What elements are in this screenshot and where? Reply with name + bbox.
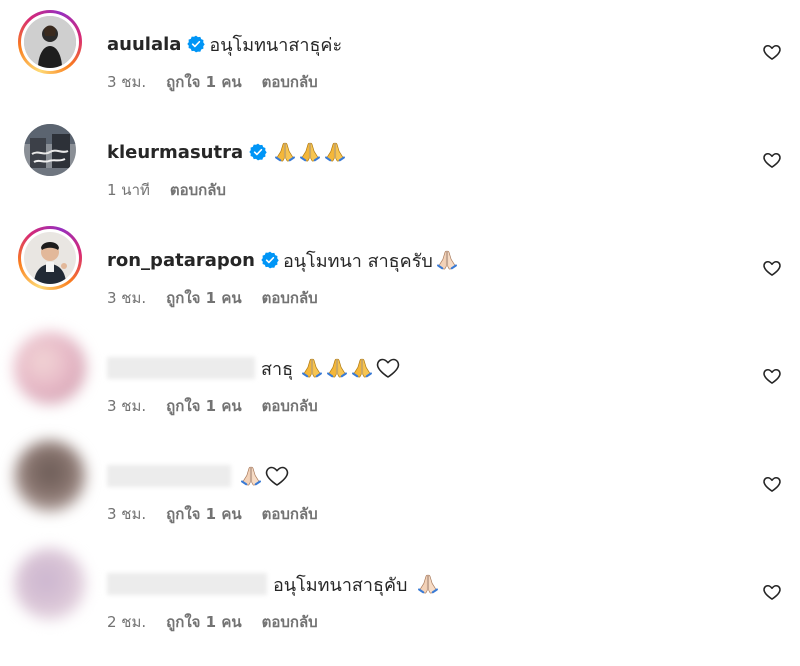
like-button[interactable] xyxy=(762,150,782,170)
masked-username[interactable] xyxy=(107,573,267,595)
username[interactable]: ron_patarapon xyxy=(107,250,255,271)
reply-button[interactable]: ตอบกลับ xyxy=(262,610,318,634)
comment-meta: 3 ชม. ถูกใจ 1 คน ตอบกลับ xyxy=(107,286,318,310)
folded-hands-icon xyxy=(299,141,321,163)
avatar[interactable] xyxy=(14,548,86,620)
verified-badge-icon xyxy=(187,35,205,53)
white-heart-icon xyxy=(265,465,289,487)
avatar-photo xyxy=(24,232,76,284)
reply-button[interactable]: ตอบกลับ xyxy=(262,502,318,526)
comment-time[interactable]: 3 ชม. xyxy=(107,286,146,310)
avatar[interactable] xyxy=(24,124,76,176)
comment-likes[interactable]: ถูกใจ 1 คน xyxy=(166,286,241,310)
comment-text: สาธุ xyxy=(261,358,294,380)
avatar[interactable] xyxy=(18,10,82,74)
comment-meta: 3 ชม. ถูกใจ 1 คน ตอบกลับ xyxy=(107,394,318,418)
username[interactable]: auulala xyxy=(107,34,181,55)
like-button[interactable] xyxy=(762,42,782,62)
comment-line: อนุโมทนาสาธุคับ xyxy=(107,570,439,598)
comment-item: อนุโมทนาสาธุคับ 2 ชม. ถูกใจ 1 คน ตอบกลับ xyxy=(0,540,800,640)
comment-likes[interactable]: ถูกใจ 1 คน xyxy=(166,70,241,94)
heart-outline-icon xyxy=(762,582,782,602)
folded-hands-icon xyxy=(326,357,348,379)
reply-button[interactable]: ตอบกลับ xyxy=(262,394,318,418)
comment-likes[interactable]: ถูกใจ 1 คน xyxy=(166,394,241,418)
comment-likes[interactable]: ถูกใจ 1 คน xyxy=(166,610,241,634)
comment-item: kleurmasutra 1 นาที ตอบกลับ xyxy=(0,108,800,208)
comment-line xyxy=(107,462,289,490)
masked-username[interactable] xyxy=(107,357,255,379)
comment-item: auulala อนุโมทนาสาธุค่ะ 3 ชม. ถูกใจ 1 คน… xyxy=(0,0,800,100)
avatar-photo xyxy=(24,124,76,176)
heart-outline-icon xyxy=(762,366,782,386)
comment-meta: 3 ชม. ถูกใจ 1 คน ตอบกลับ xyxy=(107,70,318,94)
folded-hands-icon xyxy=(417,573,439,595)
folded-hands-icon xyxy=(436,249,458,271)
verified-badge-icon xyxy=(261,251,279,269)
comment-line: auulala อนุโมทนาสาธุค่ะ xyxy=(107,30,342,58)
comment-meta: 3 ชม. ถูกใจ 1 คน ตอบกลับ xyxy=(107,502,318,526)
reply-button[interactable]: ตอบกลับ xyxy=(262,286,318,310)
folded-hands-icon xyxy=(301,357,323,379)
avatar[interactable] xyxy=(14,440,86,512)
folded-hands-icon xyxy=(274,141,296,163)
comment-meta: 2 ชม. ถูกใจ 1 คน ตอบกลับ xyxy=(107,610,318,634)
comment-time[interactable]: 3 ชม. xyxy=(107,394,146,418)
comment-text: อนุโมทนาสาธุคับ xyxy=(273,574,408,596)
verified-badge-icon xyxy=(249,143,267,161)
masked-username[interactable] xyxy=(107,465,231,487)
comment-line: สาธุ xyxy=(107,354,400,382)
folded-hands-icon xyxy=(324,141,346,163)
like-button[interactable] xyxy=(762,366,782,386)
like-button[interactable] xyxy=(762,582,782,602)
heart-outline-icon xyxy=(762,150,782,170)
avatar-photo xyxy=(24,16,76,68)
like-button[interactable] xyxy=(762,258,782,278)
folded-hands-icon xyxy=(240,465,262,487)
like-button[interactable] xyxy=(762,474,782,494)
comment-item: ron_patarapon อนุโมทนา สาธุครับ 3 ชม. ถู… xyxy=(0,216,800,316)
reply-button[interactable]: ตอบกลับ xyxy=(262,70,318,94)
comment-time[interactable]: 1 นาที xyxy=(107,178,150,202)
white-heart-icon xyxy=(376,357,400,379)
avatar[interactable] xyxy=(18,226,82,290)
folded-hands-icon xyxy=(351,357,373,379)
comment-item: สาธุ 3 ชม. ถูกใจ 1 คน ตอบกลับ xyxy=(0,324,800,424)
reply-button[interactable]: ตอบกลับ xyxy=(170,178,226,202)
comment-time[interactable]: 3 ชม. xyxy=(107,70,146,94)
comment-line: ron_patarapon อนุโมทนา สาธุครับ xyxy=(107,246,458,274)
comment-meta: 1 นาที ตอบกลับ xyxy=(107,178,226,202)
comment-likes[interactable]: ถูกใจ 1 คน xyxy=(166,502,241,526)
username[interactable]: kleurmasutra xyxy=(107,142,243,163)
comment-time[interactable]: 2 ชม. xyxy=(107,610,146,634)
comment-text: อนุโมทนาสาธุค่ะ xyxy=(209,34,343,56)
comment-item: 3 ชม. ถูกใจ 1 คน ตอบกลับ xyxy=(0,432,800,532)
comment-text: อนุโมทนา สาธุครับ xyxy=(282,250,433,272)
avatar[interactable] xyxy=(14,332,86,404)
comment-line: kleurmasutra xyxy=(107,138,346,166)
comment-time[interactable]: 3 ชม. xyxy=(107,502,146,526)
heart-outline-icon xyxy=(762,42,782,62)
heart-outline-icon xyxy=(762,474,782,494)
heart-outline-icon xyxy=(762,258,782,278)
